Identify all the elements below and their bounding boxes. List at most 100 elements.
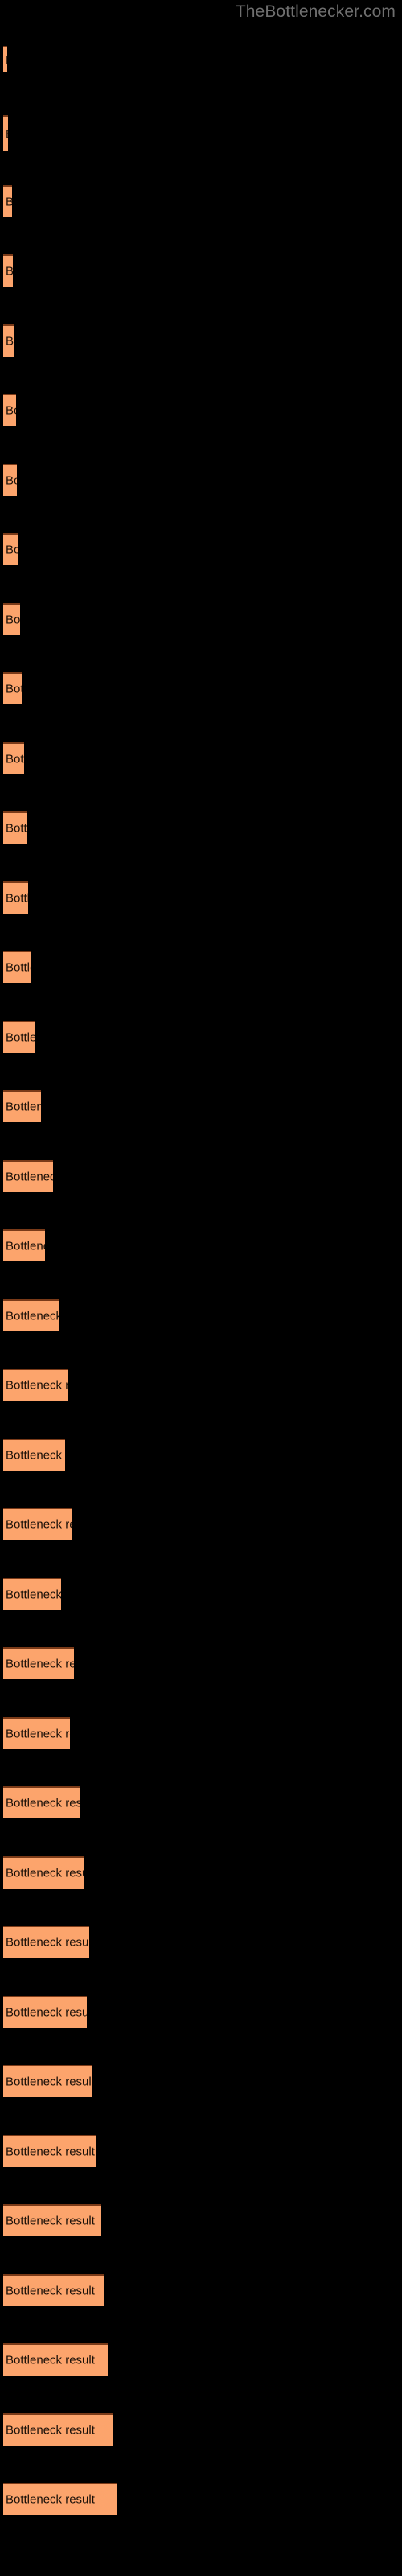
bar[interactable]: Bottleneck result — [3, 1647, 74, 1679]
bar[interactable]: Bottleneck result — [3, 1856, 84, 1889]
bar-label: Bottleneck result — [6, 1239, 45, 1253]
bar[interactable]: Bottleneck result — [3, 464, 17, 496]
bar-row: Bottleneck result — [0, 2343, 402, 2376]
bar-row: Bottleneck result — [0, 2274, 402, 2306]
bar[interactable]: Bottleneck result — [3, 115, 8, 151]
bar-row: Bottleneck result — [0, 603, 402, 635]
bar[interactable]: Bottleneck result — [3, 185, 12, 217]
bar-label: Bottleneck result — [6, 2423, 95, 2438]
bar[interactable]: Bottleneck result — [3, 1996, 87, 2028]
bar-label: Bottleneck result — [6, 682, 22, 696]
bar[interactable]: Bottleneck result — [3, 1926, 89, 1958]
bar-label: Bottleneck result — [6, 2284, 95, 2298]
bar[interactable]: Bottleneck result — [3, 1786, 80, 1818]
bar[interactable]: Bottleneck result — [3, 2274, 104, 2306]
bar-label: Bottleneck result — [6, 53, 7, 67]
bar-row: Bottleneck result — [0, 1021, 402, 1053]
bar-row: Bottleneck result — [0, 672, 402, 704]
bar-label: Bottleneck result — [6, 752, 24, 766]
bar-row: Bottleneck result — [0, 1299, 402, 1331]
bar-row: Bottleneck result — [0, 2413, 402, 2446]
bar[interactable]: Bottleneck result — [3, 603, 20, 635]
bar-row: Bottleneck result — [0, 2065, 402, 2097]
bar-label: Bottleneck result — [6, 2005, 87, 2020]
bar-row: Bottleneck result — [0, 1439, 402, 1471]
bar-label: Bottleneck result — [6, 2353, 95, 2368]
bar-row: Bottleneck result — [0, 394, 402, 426]
bar-row: Bottleneck result — [0, 464, 402, 496]
bar[interactable]: Bottleneck result — [3, 2135, 96, 2167]
bar[interactable]: Bottleneck result — [3, 2483, 117, 2515]
bar[interactable]: Bottleneck result — [3, 2413, 113, 2446]
bar-label: Bottleneck result — [6, 1587, 61, 1602]
bar-label: Bottleneck result — [6, 1309, 59, 1323]
bar-label: Bottleneck result — [6, 1448, 65, 1463]
bar-label: Bottleneck result — [6, 2492, 95, 2507]
bar-label: Bottleneck result — [6, 265, 13, 279]
bar-label: Bottleneck result — [6, 334, 14, 349]
bar-row: Bottleneck result — [0, 1856, 402, 1889]
bar[interactable]: Bottleneck result — [3, 951, 31, 983]
bar-label: Bottleneck result — [6, 2074, 92, 2089]
bar-label: Bottleneck result — [6, 403, 16, 418]
bottleneck-bar-chart: TheBottlenecker.com Bottleneck resultBot… — [0, 0, 402, 2576]
bar[interactable]: Bottleneck result — [3, 2343, 108, 2376]
bar-row: Bottleneck result — [0, 254, 402, 287]
bar-row: Bottleneck result — [0, 1996, 402, 2028]
bar[interactable]: Bottleneck result — [3, 1090, 41, 1122]
bar[interactable]: Bottleneck result — [3, 1229, 45, 1261]
bar-row: Bottleneck result — [0, 46, 402, 72]
bar-row: Bottleneck result — [0, 1090, 402, 1122]
bar[interactable]: Bottleneck result — [3, 742, 24, 774]
bar[interactable]: Bottleneck result — [3, 254, 13, 287]
bar-label: Bottleneck result — [6, 613, 20, 627]
bar-row: Bottleneck result — [0, 1926, 402, 1958]
bar[interactable]: Bottleneck result — [3, 394, 16, 426]
bar-series: Bottleneck result Bottleneck result Bottle… — [0, 0, 402, 2576]
bar-label: Bottleneck result — [6, 891, 28, 906]
bar[interactable]: Bottleneck result — [3, 2065, 92, 2097]
bar-row: Bottleneck result — [0, 811, 402, 844]
bar-label: Bottleneck result — [6, 1727, 70, 1741]
bar[interactable]: Bottleneck result — [3, 1439, 65, 1471]
bar[interactable]: Bottleneck result — [3, 1508, 72, 1540]
bar-label: Bottleneck result — [6, 1935, 89, 1950]
bar-row: Bottleneck result — [0, 881, 402, 914]
bar[interactable]: Bottleneck result — [3, 2204, 100, 2236]
bar-row: Bottleneck result — [0, 1578, 402, 1610]
bar-label: Bottleneck result — [6, 127, 8, 141]
bar-label: Bottleneck result — [6, 1100, 41, 1114]
bar[interactable]: Bottleneck result — [3, 811, 27, 844]
bar-row: Bottleneck result — [0, 951, 402, 983]
bar-label: Bottleneck result — [6, 1170, 53, 1184]
bar-row: Bottleneck result — [0, 742, 402, 774]
bar-label: Bottleneck result — [6, 196, 12, 209]
bar[interactable]: Bottleneck result — [3, 1021, 35, 1053]
bar[interactable]: Bottleneck result — [3, 533, 18, 565]
bar-label: Bottleneck result — [6, 2145, 95, 2159]
bar[interactable]: Bottleneck result — [3, 1578, 61, 1610]
bar-label: Bottleneck result — [6, 1030, 35, 1045]
bar[interactable]: Bottleneck result — [3, 1717, 70, 1749]
bar-row: Bottleneck result — [0, 324, 402, 357]
bar-label: Bottleneck result — [6, 473, 17, 488]
bar-label: Bottleneck result — [6, 821, 27, 836]
bar[interactable]: Bottleneck result — [3, 881, 28, 914]
bar-row: Bottleneck result — [0, 1508, 402, 1540]
bar-row: Bottleneck result — [0, 2483, 402, 2515]
bar[interactable]: Bottleneck result — [3, 1368, 68, 1401]
bar-row: Bottleneck result — [0, 1717, 402, 1749]
bar-row: Bottleneck result — [0, 2135, 402, 2167]
bar-row: Bottleneck result — [0, 115, 402, 151]
bar[interactable]: Bottleneck result — [3, 46, 7, 72]
bar-label: Bottleneck result — [6, 1866, 84, 1880]
bar[interactable]: Bottleneck result — [3, 1299, 59, 1331]
bar[interactable]: Bottleneck result — [3, 324, 14, 357]
bar[interactable]: Bottleneck result — [3, 1160, 53, 1192]
bar-label: Bottleneck result — [6, 960, 31, 975]
bar-row: Bottleneck result — [0, 1229, 402, 1261]
bar[interactable]: Bottleneck result — [3, 672, 22, 704]
bar-row: Bottleneck result — [0, 1160, 402, 1192]
bar-label: Bottleneck result — [6, 1657, 74, 1671]
bar-row: Bottleneck result — [0, 2204, 402, 2236]
